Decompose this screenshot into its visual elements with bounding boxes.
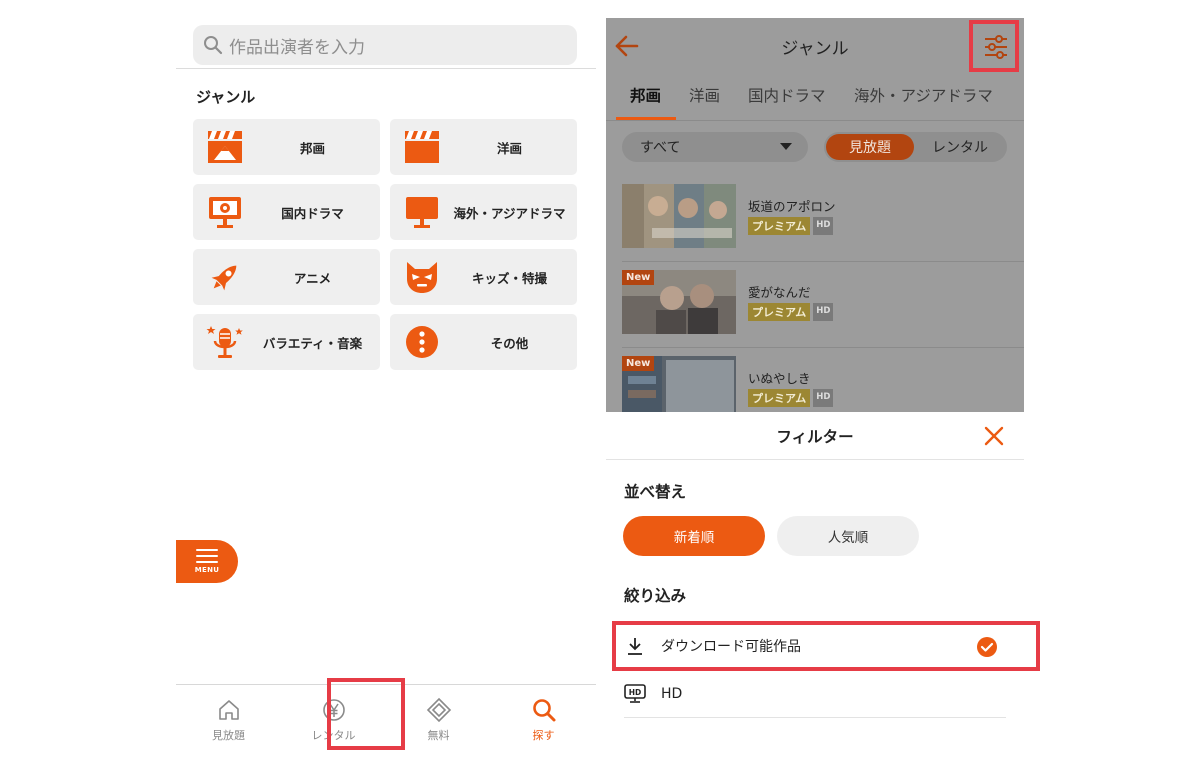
hd-badge: HD	[813, 303, 834, 321]
hamburger-icon	[196, 549, 218, 563]
new-tag: New	[622, 356, 655, 371]
segment-rental[interactable]: レンタル	[916, 134, 1004, 160]
page-title: ジャンル	[781, 39, 849, 59]
dropdown-value: すべて	[640, 140, 681, 156]
search-placeholder: 作品出演者を入力	[229, 37, 365, 58]
svg-text:HD: HD	[629, 688, 642, 697]
title-thumbnail: New	[622, 270, 736, 334]
nav-item-unlimited[interactable]: 見放題	[176, 685, 281, 755]
nav-item-search[interactable]: 探す	[491, 685, 596, 755]
availability-toggle: 見放題 レンタル	[824, 132, 1007, 162]
header-divider	[176, 68, 596, 69]
sort-heading: 並べ替え	[624, 483, 687, 501]
search-icon	[204, 36, 223, 55]
search-screen: 作品出演者を入力 ジャンル 邦画 洋画 国内ドラマ 海外・アジアドラマ アニメ …	[176, 0, 596, 758]
tab-overseas-drama[interactable]: 海外・アジアドラマ	[854, 84, 993, 106]
close-icon[interactable]	[983, 425, 1005, 451]
option-label: HD	[661, 686, 683, 702]
hd-icon: HD	[624, 683, 646, 705]
category-dropdown[interactable]: すべて	[622, 132, 808, 162]
genre-tile-domestic-drama[interactable]: 国内ドラマ	[193, 184, 380, 240]
genre-grid: 邦画 洋画 国内ドラマ 海外・アジアドラマ アニメ キッズ・特撮 バラエティ・音…	[193, 119, 577, 370]
tab-yougaku[interactable]: 洋画	[689, 84, 720, 106]
genre-label: アニメ	[293, 270, 332, 286]
top-bar: ジャンル	[606, 18, 1024, 74]
sheet-divider	[606, 459, 1024, 460]
sort-popular-button[interactable]: 人気順	[777, 516, 919, 556]
genre-tile-kids[interactable]: キッズ・特撮	[390, 249, 577, 305]
genre-tile-hougaku[interactable]: 邦画	[193, 119, 380, 175]
genre-tile-other[interactable]: その他	[390, 314, 577, 370]
clapperboard-icon	[402, 127, 442, 167]
genre-label: その他	[490, 335, 529, 351]
nav-label: 探す	[532, 729, 555, 742]
tab-hougaku[interactable]: 邦画	[630, 84, 661, 106]
title-badges: プレミアム HD	[748, 389, 834, 407]
tabs-divider	[606, 120, 1024, 121]
home-icon	[218, 700, 239, 720]
highlight-filter-button	[969, 20, 1019, 72]
genre-label: キッズ・特撮	[471, 270, 547, 286]
sort-newest-button[interactable]: 新着順	[623, 516, 765, 556]
hd-badge: HD	[813, 389, 834, 407]
tab-domestic-drama[interactable]: 国内ドラマ	[748, 84, 826, 106]
highlight-download-option	[612, 621, 1040, 671]
more-dots-icon	[402, 322, 442, 362]
genre-label: バラエティ・音楽	[262, 335, 363, 351]
menu-button-label: MENU	[194, 566, 220, 574]
genre-tile-yougaku[interactable]: 洋画	[390, 119, 577, 175]
tv-flower-icon	[205, 192, 245, 232]
premium-badge: プレミアム	[748, 217, 811, 235]
tv-icon	[402, 192, 442, 232]
highlight-search-tab	[327, 678, 405, 750]
genre-label: 海外・アジアドラマ	[453, 205, 566, 221]
genre-tile-anime[interactable]: アニメ	[193, 249, 380, 305]
genre-label: 洋画	[496, 140, 522, 156]
rocket-icon	[205, 257, 245, 297]
genre-tabs: 邦画 洋画 国内ドラマ 海外・アジアドラマ	[606, 80, 1024, 120]
genre-tile-overseas-drama[interactable]: 海外・アジアドラマ	[390, 184, 577, 240]
filter-sheet: フィルター 並べ替え 新着順 人気順 絞り込み ダウンロード可能作品 HD HD	[606, 412, 1024, 758]
search-icon	[532, 699, 555, 722]
nav-label: 見放題	[212, 729, 245, 742]
title-row[interactable]: 坂道のアポロン プレミアム HD	[606, 176, 1024, 262]
premium-badge: プレミアム	[748, 389, 811, 407]
menu-button[interactable]: MENU	[176, 540, 238, 583]
title-thumbnail: New	[622, 356, 736, 420]
premium-badge: プレミアム	[748, 303, 811, 321]
title-badges: プレミアム HD	[748, 303, 834, 321]
title-name: 坂道のアポロン	[748, 199, 836, 214]
row-divider	[624, 717, 1006, 718]
title-thumbnail	[622, 184, 736, 248]
genre-heading: ジャンル	[196, 88, 256, 106]
clapperboard-mountain-icon	[205, 127, 245, 167]
hd-badge: HD	[813, 217, 834, 235]
caret-down-icon	[780, 143, 792, 150]
genre-label: 国内ドラマ	[281, 205, 344, 221]
refine-option-hd[interactable]: HD HD	[624, 670, 1006, 718]
hero-mask-icon	[402, 257, 442, 297]
microphone-icon	[205, 322, 245, 362]
genre-tile-variety-music[interactable]: バラエティ・音楽	[193, 314, 380, 370]
search-input[interactable]: 作品出演者を入力	[193, 25, 577, 65]
title-name: いぬやしき	[748, 371, 811, 386]
title-badges: プレミアム HD	[748, 217, 834, 235]
title-name: 愛がなんだ	[748, 285, 811, 300]
title-row[interactable]: New 愛がなんだ プレミアム HD	[606, 262, 1024, 348]
refine-heading: 絞り込み	[624, 587, 687, 605]
new-tag: New	[622, 270, 655, 285]
genre-label: 邦画	[299, 140, 325, 156]
diamond-icon	[426, 697, 451, 723]
sheet-title: フィルター	[776, 428, 854, 446]
nav-label: 無料	[427, 729, 450, 742]
segment-unlimited[interactable]: 見放題	[826, 134, 914, 160]
